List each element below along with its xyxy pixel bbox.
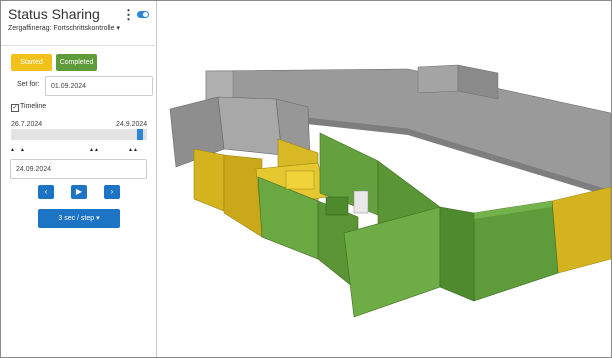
status-sharing-toggle[interactable] xyxy=(137,11,149,18)
panel-title: Status Sharing xyxy=(8,6,100,22)
play-icon: ▶ xyxy=(75,187,83,196)
completed-button[interactable]: Completed xyxy=(56,54,97,71)
timeline-milestone-marker: ▲ xyxy=(20,147,25,153)
step-speed-dropdown[interactable]: 3 sec / step ▾ xyxy=(38,209,120,228)
more-options-icon[interactable]: ⋮ xyxy=(122,8,135,22)
current-date-field[interactable]: 24.09.2024 xyxy=(10,159,147,179)
timeline-slider[interactable] xyxy=(11,129,147,140)
timeline-end-date: 24.9.2024 xyxy=(116,121,148,128)
timeline-milestone-marker: ▲ xyxy=(10,147,15,153)
project-selector-label: Zergaffinerag: Fortschrittskontrolle xyxy=(8,25,115,32)
next-step-button[interactable]: › xyxy=(104,185,120,199)
play-button[interactable]: ▶ xyxy=(71,185,87,199)
timeline-start-date: 26.7.2024 xyxy=(11,121,43,128)
timeline-milestone-marker: ▲▲ xyxy=(128,147,138,153)
timeline-slider-fill xyxy=(11,129,143,140)
timeline-slider-handle[interactable] xyxy=(137,129,143,140)
started-button[interactable]: Started xyxy=(11,54,52,71)
timeline-milestone-marker: ▲▲ xyxy=(89,147,99,153)
set-for-date-field[interactable]: 01.09.2024 xyxy=(45,76,153,96)
chevron-right-icon: › xyxy=(110,187,114,196)
timeline-checkbox[interactable]: ✓ xyxy=(11,104,19,112)
timeline-label: Timeline xyxy=(20,103,47,110)
chevron-left-icon: ‹ xyxy=(44,187,48,196)
set-for-label: Set for: xyxy=(17,81,40,88)
divider xyxy=(1,45,157,46)
project-selector[interactable]: Zergaffinerag: Fortschrittskontrolle ▾ xyxy=(8,24,120,32)
chevron-down-icon: ▾ xyxy=(116,25,120,32)
previous-step-button[interactable]: ‹ xyxy=(38,185,54,199)
building-model xyxy=(169,64,611,318)
status-sharing-sidebar: Status Sharing ⋮ Zergaffinerag: Fortschr… xyxy=(1,1,157,357)
3d-model-viewport[interactable] xyxy=(158,1,611,357)
app-window: Status Sharing ⋮ Zergaffinerag: Fortschr… xyxy=(0,0,612,358)
